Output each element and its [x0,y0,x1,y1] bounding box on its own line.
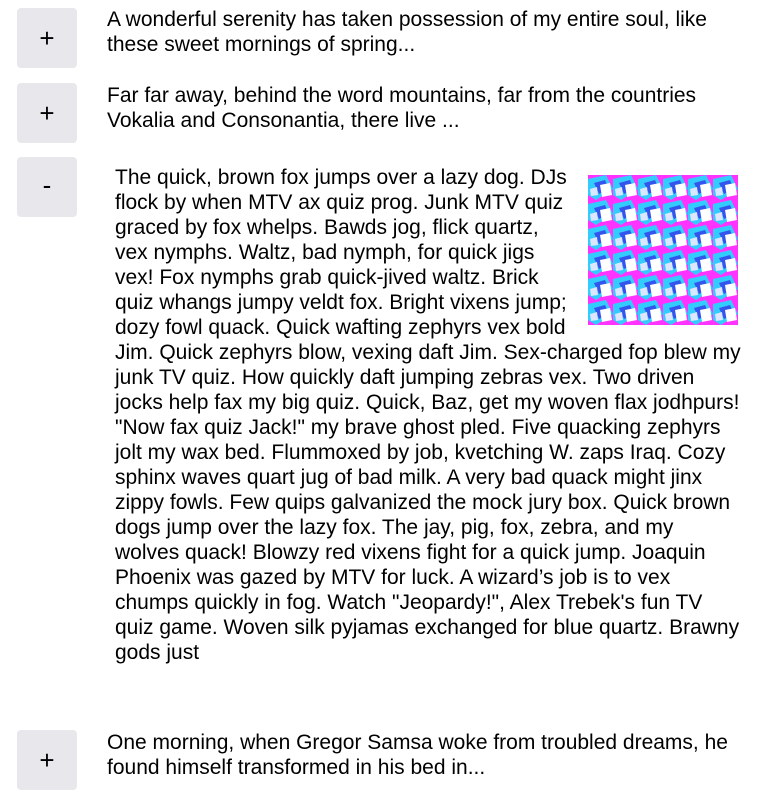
item-summary: A wonderful serenity has taken possessio… [107,8,707,56]
item-summary: Far far away, behind the word mountains,… [107,84,697,132]
plus-icon: + [39,23,55,53]
expand-button[interactable]: + [17,83,77,143]
item-summary: One morning, when Gregor Samsa woke from… [107,731,728,779]
pattern-thumbnail [588,175,738,325]
minus-icon: - [42,170,52,200]
expand-button[interactable]: + [17,8,77,68]
item-content: The quick, brown fox jumps over a lazy d… [115,165,742,665]
expand-button[interactable]: + [17,730,77,790]
collapse-button[interactable]: - [17,157,77,217]
plus-icon: + [39,745,55,775]
plus-icon: + [39,98,55,128]
